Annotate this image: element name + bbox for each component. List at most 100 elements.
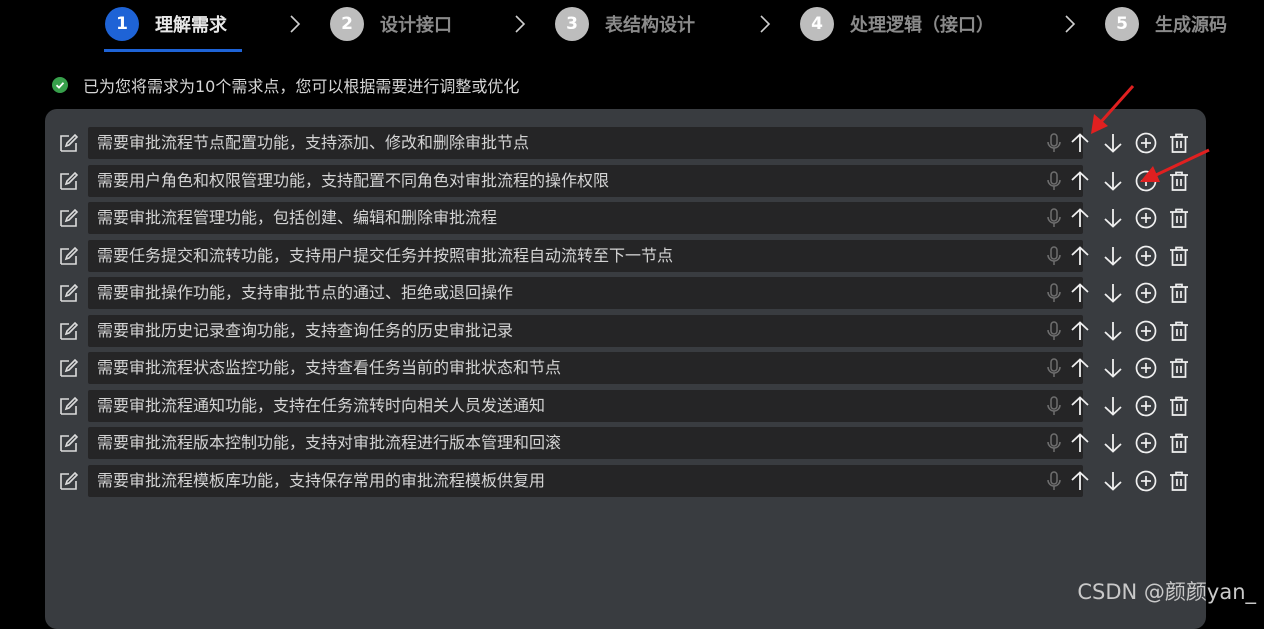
step-number: 1 — [105, 7, 139, 41]
microphone-icon[interactable] — [1042, 356, 1066, 380]
trash-icon[interactable] — [1167, 169, 1191, 193]
microphone-icon[interactable] — [1042, 469, 1066, 493]
arrow-down-icon[interactable] — [1101, 244, 1125, 268]
arrow-up-icon[interactable] — [1068, 356, 1092, 380]
microphone-icon[interactable] — [1042, 169, 1066, 193]
edit-icon[interactable] — [58, 320, 80, 342]
add-circle-icon[interactable] — [1134, 319, 1158, 343]
add-circle-icon[interactable] — [1134, 469, 1158, 493]
edit-icon[interactable] — [58, 357, 80, 379]
add-circle-icon[interactable] — [1134, 131, 1158, 155]
requirement-row: 需要审批历史记录查询功能，支持查询任务的历史审批记录 — [45, 315, 1206, 347]
requirement-input[interactable]: 需要审批流程状态监控功能，支持查看任务当前的审批状态和节点 — [88, 352, 1083, 384]
requirement-row: 需要审批流程通知功能，支持在任务流转时向相关人员发送通知 — [45, 390, 1206, 422]
microphone-icon[interactable] — [1042, 431, 1066, 455]
chevron-right-icon — [287, 13, 303, 35]
arrow-up-icon[interactable] — [1068, 394, 1092, 418]
arrow-down-icon[interactable] — [1101, 431, 1125, 455]
arrow-up-icon[interactable] — [1068, 131, 1092, 155]
add-circle-icon[interactable] — [1134, 244, 1158, 268]
add-circle-icon[interactable] — [1134, 394, 1158, 418]
add-circle-icon[interactable] — [1134, 206, 1158, 230]
trash-icon[interactable] — [1167, 281, 1191, 305]
arrow-down-icon[interactable] — [1101, 356, 1125, 380]
status-message: 已为您将需求为10个需求点，您可以根据需要进行调整或优化 — [52, 74, 519, 96]
edit-icon[interactable] — [58, 207, 80, 229]
requirement-row: 需要审批流程节点配置功能，支持添加、修改和删除审批节点 — [45, 127, 1206, 159]
add-circle-icon[interactable] — [1134, 281, 1158, 305]
trash-icon[interactable] — [1167, 244, 1191, 268]
trash-icon[interactable] — [1167, 394, 1191, 418]
microphone-icon[interactable] — [1042, 206, 1066, 230]
add-circle-icon[interactable] — [1134, 169, 1158, 193]
requirement-input[interactable]: 需要任务提交和流转功能，支持用户提交任务并按照审批流程自动流转至下一节点 — [88, 240, 1083, 272]
status-text: 已为您将需求为10个需求点，您可以根据需要进行调整或优化 — [83, 77, 520, 96]
edit-icon[interactable] — [58, 470, 80, 492]
arrow-down-icon[interactable] — [1101, 131, 1125, 155]
chevron-right-icon — [512, 13, 528, 35]
trash-icon[interactable] — [1167, 206, 1191, 230]
arrow-down-icon[interactable] — [1101, 169, 1125, 193]
requirement-row: 需要审批流程状态监控功能，支持查看任务当前的审批状态和节点 — [45, 352, 1206, 384]
requirement-input[interactable]: 需要用户角色和权限管理功能，支持配置不同角色对审批流程的操作权限 — [88, 165, 1083, 197]
requirement-input[interactable]: 需要审批流程管理功能，包括创建、编辑和删除审批流程 — [88, 202, 1083, 234]
step-1[interactable]: 1 理解需求 — [105, 7, 227, 41]
arrow-up-icon[interactable] — [1068, 281, 1092, 305]
arrow-down-icon[interactable] — [1101, 469, 1125, 493]
requirement-input[interactable]: 需要审批流程模板库功能，支持保存常用的审批流程模板供复用 — [88, 465, 1083, 497]
step-4[interactable]: 4 处理逻辑（接口） — [800, 7, 994, 41]
check-circle-icon — [52, 77, 68, 93]
requirement-input[interactable]: 需要审批流程通知功能，支持在任务流转时向相关人员发送通知 — [88, 390, 1083, 422]
arrow-up-icon[interactable] — [1068, 244, 1092, 268]
trash-icon[interactable] — [1167, 319, 1191, 343]
edit-icon[interactable] — [58, 245, 80, 267]
step-number: 4 — [800, 7, 834, 41]
requirement-row: 需要审批流程管理功能，包括创建、编辑和删除审批流程 — [45, 202, 1206, 234]
microphone-icon[interactable] — [1042, 131, 1066, 155]
arrow-up-icon[interactable] — [1068, 469, 1092, 493]
requirement-input[interactable]: 需要审批操作功能，支持审批节点的通过、拒绝或退回操作 — [88, 277, 1083, 309]
microphone-icon[interactable] — [1042, 244, 1066, 268]
active-step-underline — [104, 49, 242, 52]
microphone-icon[interactable] — [1042, 394, 1066, 418]
edit-icon[interactable] — [58, 432, 80, 454]
arrow-down-icon[interactable] — [1101, 319, 1125, 343]
microphone-icon[interactable] — [1042, 319, 1066, 343]
arrow-up-icon[interactable] — [1068, 206, 1092, 230]
edit-icon[interactable] — [58, 282, 80, 304]
trash-icon[interactable] — [1167, 131, 1191, 155]
arrow-up-icon[interactable] — [1068, 319, 1092, 343]
requirement-input[interactable]: 需要审批流程节点配置功能，支持添加、修改和删除审批节点 — [88, 127, 1083, 159]
chevron-right-icon — [757, 13, 773, 35]
trash-icon[interactable] — [1167, 356, 1191, 380]
arrow-up-icon[interactable] — [1068, 431, 1092, 455]
arrow-down-icon[interactable] — [1101, 394, 1125, 418]
edit-icon[interactable] — [58, 170, 80, 192]
requirement-row: 需要审批流程版本控制功能，支持对审批流程进行版本管理和回滚 — [45, 427, 1206, 459]
step-label: 处理逻辑（接口） — [850, 15, 994, 36]
requirements-panel: 需要审批流程节点配置功能，支持添加、修改和删除审批节点 需要用户角色和权限管理功… — [45, 109, 1206, 629]
requirement-input[interactable]: 需要审批流程版本控制功能，支持对审批流程进行版本管理和回滚 — [88, 427, 1083, 459]
add-circle-icon[interactable] — [1134, 431, 1158, 455]
step-label: 理解需求 — [155, 15, 227, 36]
microphone-icon[interactable] — [1042, 281, 1066, 305]
trash-icon[interactable] — [1167, 469, 1191, 493]
requirement-row: 需要任务提交和流转功能，支持用户提交任务并按照审批流程自动流转至下一节点 — [45, 240, 1206, 272]
requirement-row: 需要用户角色和权限管理功能，支持配置不同角色对审批流程的操作权限 — [45, 165, 1206, 197]
add-circle-icon[interactable] — [1134, 356, 1158, 380]
watermark: CSDN @颜颜yan_ — [1077, 580, 1256, 604]
step-number: 3 — [555, 7, 589, 41]
trash-icon[interactable] — [1167, 431, 1191, 455]
step-label: 生成源码 — [1155, 15, 1227, 36]
step-3[interactable]: 3 表结构设计 — [555, 7, 695, 41]
step-2[interactable]: 2 设计接口 — [330, 7, 452, 41]
step-5[interactable]: 5 生成源码 — [1105, 7, 1227, 41]
arrow-up-icon[interactable] — [1068, 169, 1092, 193]
step-label: 表结构设计 — [605, 15, 695, 36]
step-number: 2 — [330, 7, 364, 41]
edit-icon[interactable] — [58, 132, 80, 154]
requirement-input[interactable]: 需要审批历史记录查询功能，支持查询任务的历史审批记录 — [88, 315, 1083, 347]
arrow-down-icon[interactable] — [1101, 206, 1125, 230]
arrow-down-icon[interactable] — [1101, 281, 1125, 305]
edit-icon[interactable] — [58, 395, 80, 417]
